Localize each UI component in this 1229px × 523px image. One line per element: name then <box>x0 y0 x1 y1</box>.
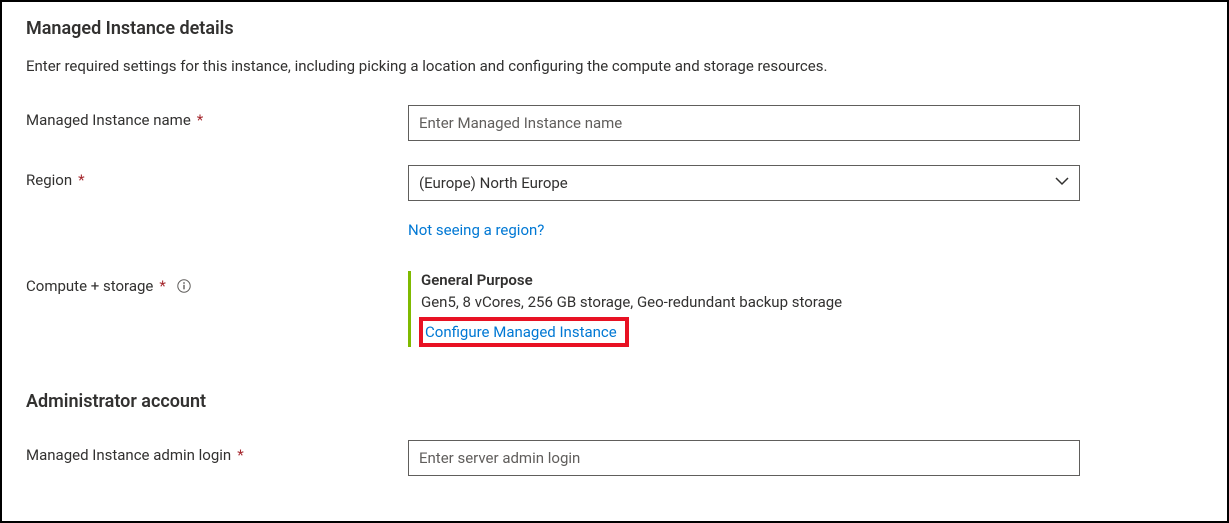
admin-login-label: Managed Instance admin login * <box>26 440 408 464</box>
required-star-icon: * <box>159 277 165 295</box>
admin-login-row: Managed Instance admin login * <box>26 440 1203 476</box>
admin-login-label-text: Managed Instance admin login <box>26 446 231 464</box>
admin-login-input[interactable] <box>408 440 1080 476</box>
region-help-link[interactable]: Not seeing a region? <box>408 221 544 239</box>
instance-name-label: Managed Instance name * <box>26 105 408 129</box>
managed-instance-panel: Managed Instance details Enter required … <box>0 0 1229 523</box>
region-control: (Europe) North Europe <box>408 165 1080 201</box>
required-star-icon: * <box>237 446 243 464</box>
instance-name-input[interactable] <box>408 105 1080 141</box>
region-label-text: Region <box>26 171 72 189</box>
section-description: Enter required settings for this instanc… <box>26 57 1203 75</box>
compute-specs: Gen5, 8 vCores, 256 GB storage, Geo-redu… <box>421 293 1080 311</box>
required-star-icon: * <box>197 111 203 129</box>
info-icon[interactable] <box>176 278 192 294</box>
instance-name-control <box>408 105 1080 141</box>
admin-section-heading: Administrator account <box>26 391 1203 412</box>
section-heading: Managed Instance details <box>26 18 1203 39</box>
configure-link-highlight: Configure Managed Instance <box>419 317 629 347</box>
compute-storage-label-text: Compute + storage <box>26 277 153 295</box>
region-row: Region * (Europe) North Europe <box>26 165 1203 201</box>
compute-storage-label: Compute + storage * <box>26 271 408 295</box>
instance-name-label-text: Managed Instance name <box>26 111 191 129</box>
compute-storage-row: Compute + storage * General Purpose Gen5… <box>26 271 1203 347</box>
compute-storage-control: General Purpose Gen5, 8 vCores, 256 GB s… <box>408 271 1080 347</box>
instance-name-row: Managed Instance name * <box>26 105 1203 141</box>
admin-login-control <box>408 440 1080 476</box>
region-select[interactable]: (Europe) North Europe <box>408 165 1080 201</box>
region-label: Region * <box>26 165 408 189</box>
compute-tier: General Purpose <box>421 271 1080 289</box>
region-select-wrapper: (Europe) North Europe <box>408 165 1080 201</box>
compute-summary-block: General Purpose Gen5, 8 vCores, 256 GB s… <box>408 271 1080 347</box>
required-star-icon: * <box>78 171 84 189</box>
region-help-row: Not seeing a region? <box>26 221 1203 239</box>
configure-managed-instance-link[interactable]: Configure Managed Instance <box>425 323 617 341</box>
